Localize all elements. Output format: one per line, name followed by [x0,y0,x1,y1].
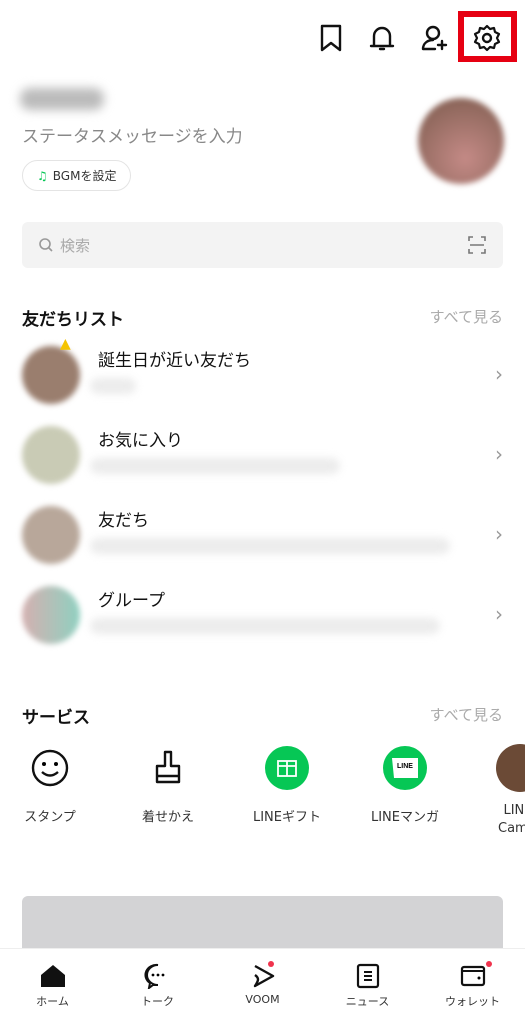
ad-banner[interactable] [22,896,503,956]
service-gift[interactable]: LINEギフト [232,744,342,825]
voom-icon [253,964,274,988]
bell-icon[interactable] [366,22,398,54]
profile-avatar[interactable] [418,98,504,184]
search-icon [39,238,53,252]
bottom-nav: ホーム トーク VOOM ニュース ウォレット [0,948,525,1024]
row-label: 友だち [98,511,149,531]
gift-icon [265,746,309,790]
music-note-icon: ♫ [37,168,48,183]
camera-icon [496,744,525,792]
friend-row-groups[interactable]: グループ › [0,580,525,660]
home-icon [40,965,65,987]
friends-see-all[interactable]: すべて見る [430,306,503,327]
add-friend-icon[interactable] [419,22,451,54]
chevron-right-icon: › [495,362,503,386]
brush-icon [155,750,181,784]
service-stamp[interactable]: スタンプ [0,744,105,825]
chevron-right-icon: › [495,522,503,546]
services-see-all[interactable]: すべて見る [430,704,503,725]
line-manga-icon: LINE [383,746,427,790]
friend-row-favorites[interactable]: お気に入り › [0,420,525,500]
friend-row-friends[interactable]: 友だち › [0,500,525,580]
service-camera[interactable]: LINE Camera [465,744,525,838]
nav-talk[interactable]: トーク [105,949,210,1024]
wallet-badge [486,961,492,967]
voom-badge [268,961,274,967]
chevron-right-icon: › [495,442,503,466]
settings-highlight [458,11,517,62]
chevron-right-icon: › [495,602,503,626]
wallet-icon [460,965,485,987]
service-manga[interactable]: LINE LINEマンガ [350,744,460,825]
search-input[interactable]: 検索 [22,222,503,268]
friends-title: 友だちリスト [22,310,124,330]
bookmark-icon[interactable] [315,22,347,54]
nav-news[interactable]: ニュース [315,949,420,1024]
service-theme[interactable]: 着せかえ [113,744,223,825]
status-message[interactable]: ステータスメッセージを入力 [22,122,243,147]
row-label: 誕生日が近い友だち [98,351,251,371]
bgm-button[interactable]: ♫ BGMを設定 [22,160,132,191]
nav-voom[interactable]: VOOM [210,949,315,1024]
svg-text:LINE: LINE [397,763,413,770]
scan-icon[interactable] [467,235,487,255]
row-label: グループ [98,591,165,611]
nav-home[interactable]: ホーム [0,949,105,1024]
nav-wallet[interactable]: ウォレット [420,949,525,1024]
chat-icon [143,963,164,989]
profile-name [20,88,104,110]
news-icon [356,963,379,989]
services-title: サービス [22,708,90,728]
bgm-label: BGMを設定 [52,169,117,183]
smiley-icon [31,749,69,787]
friend-row-birthday[interactable]: ▲ 誕生日が近い友だち › [0,336,525,420]
row-label: お気に入り [98,431,183,451]
search-placeholder: 検索 [60,236,91,255]
party-hat-icon: ▲ [60,336,71,352]
